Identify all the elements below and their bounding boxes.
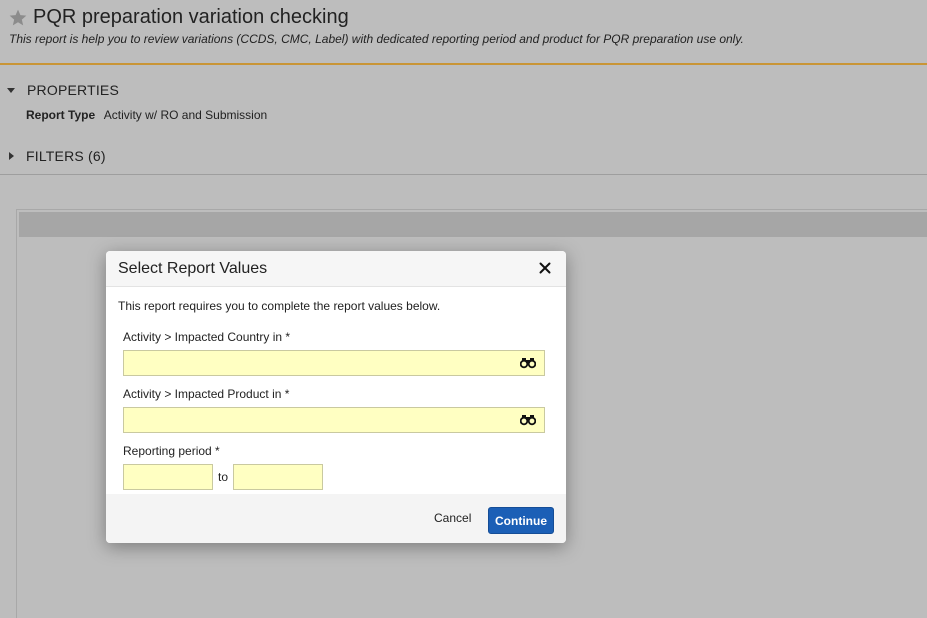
impacted-product-input[interactable]: [124, 408, 514, 432]
dialog-footer: Cancel Continue: [106, 494, 566, 543]
impacted-product-field: [123, 407, 545, 433]
page-subtitle: This report is help you to review variat…: [9, 32, 744, 46]
report-header: PQR preparation variation checking This …: [0, 0, 927, 65]
section-divider: [0, 174, 927, 175]
caret-down-icon: [7, 87, 15, 93]
properties-toggle[interactable]: PROPERTIES: [0, 80, 119, 100]
period-to-input[interactable]: [233, 464, 323, 490]
report-type-value: Activity w/ RO and Submission: [103, 108, 268, 122]
impacted-country-label: Activity > Impacted Country in *: [123, 330, 291, 344]
dialog-header: Select Report Values: [106, 251, 566, 287]
filters-label: FILTERS (6): [26, 148, 106, 164]
report-type-row: Report Type Activity w/ RO and Submissio…: [26, 108, 267, 122]
report-type-key: Report Type: [26, 108, 96, 122]
dialog-intro: This report requires you to complete the…: [118, 299, 441, 313]
filters-toggle[interactable]: FILTERS (6): [0, 146, 106, 166]
period-from-input[interactable]: [123, 464, 213, 490]
impacted-country-input[interactable]: [124, 351, 514, 375]
impacted-product-label: Activity > Impacted Product in *: [123, 387, 290, 401]
caret-right-icon: [9, 152, 14, 160]
binoculars-icon[interactable]: [520, 414, 536, 426]
continue-button[interactable]: Continue: [488, 507, 554, 534]
report-panel-bar: [19, 212, 927, 237]
star-icon[interactable]: [8, 8, 28, 28]
close-icon[interactable]: [538, 261, 552, 275]
cancel-button[interactable]: Cancel: [424, 507, 481, 529]
properties-label: PROPERTIES: [27, 82, 119, 98]
dialog-title: Select Report Values: [118, 260, 268, 277]
period-to-label: to: [218, 470, 229, 484]
select-report-values-dialog: Select Report Values This report require…: [106, 251, 566, 543]
binoculars-icon[interactable]: [520, 357, 536, 369]
impacted-country-field: [123, 350, 545, 376]
reporting-period-label: Reporting period *: [123, 444, 220, 458]
page-title: PQR preparation variation checking: [33, 6, 349, 28]
